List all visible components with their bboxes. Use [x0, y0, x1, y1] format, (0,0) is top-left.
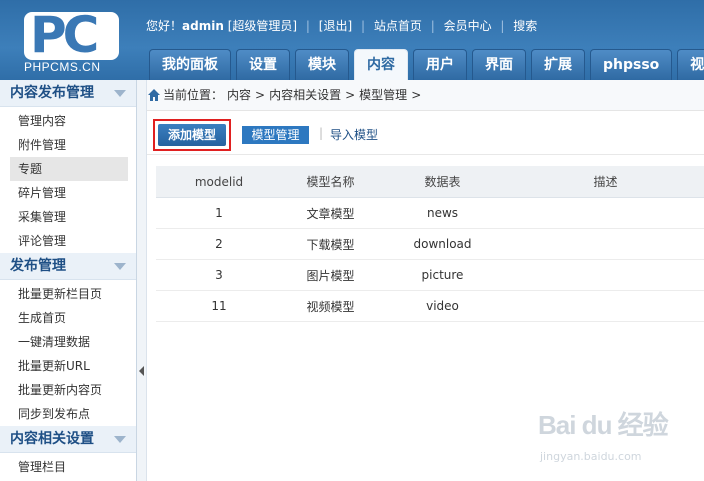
table-row: 2 下载模型 download [156, 228, 704, 260]
cell-description [506, 197, 704, 229]
divider [147, 154, 704, 155]
main-tabs: 我的面板设置模块内容用户界面扩展phpsso视频 [149, 49, 704, 80]
table-row: 1 文章模型 news [156, 197, 704, 229]
sidebar-section-title: 内容相关设置 [10, 431, 94, 447]
sidebar-item-clean-data[interactable]: 一键清理数据 [0, 330, 136, 354]
sidebar-section-title: 发布管理 [10, 258, 66, 274]
sidebar: 内容发布管理 管理内容 附件管理 专题 碎片管理 采集管理 评论管理 发布管理 … [0, 80, 137, 481]
sidebar-item-sync-publish-point[interactable]: 同步到发布点 [0, 402, 136, 426]
cell-table-name: picture [379, 259, 506, 291]
separator: | [500, 19, 505, 33]
collapse-triangle-icon [114, 436, 126, 443]
cell-table-name: video [379, 290, 506, 322]
model-manage-button[interactable]: 模型管理 [242, 126, 309, 144]
top-header: PC PHPCMS.CN 您好！admin [超级管理员] | [退出] | 站… [0, 0, 704, 80]
sidebar-section-publish[interactable]: 发布管理 [0, 253, 136, 280]
user-role: [超级管理员] [227, 19, 298, 33]
breadcrumb-item[interactable]: 模型管理 [359, 88, 407, 102]
sidebar-item-attachments[interactable]: 附件管理 [0, 133, 136, 157]
search-link[interactable]: 搜索 [513, 17, 537, 34]
tab-modules[interactable]: 模块 [295, 49, 349, 80]
tab-interface[interactable]: 界面 [472, 49, 526, 80]
table-row: 3 图片模型 picture [156, 259, 704, 291]
breadcrumb-text: 当前位置： 内容 > 内容相关设置 > 模型管理 > [163, 80, 425, 110]
tab-my-panel[interactable]: 我的面板 [149, 49, 231, 80]
logo-mark: PC [24, 6, 119, 64]
column-header: 数据表 [379, 166, 506, 198]
breadcrumb-item[interactable]: 内容 [227, 88, 251, 102]
sidebar-item-update-category-pages[interactable]: 批量更新栏目页 [0, 282, 136, 306]
sidebar-item-update-url[interactable]: 批量更新URL [0, 354, 136, 378]
separator: | [360, 19, 366, 33]
tab-video[interactable]: 视频 [677, 49, 704, 80]
column-header: modelid [156, 166, 282, 198]
import-model-link[interactable]: 导入模型 [330, 126, 378, 143]
home-icon [148, 89, 160, 101]
cell-modelid: 3 [156, 259, 282, 291]
sidebar-collapse-bar[interactable] [137, 80, 147, 481]
breadcrumb-separator: > [411, 88, 422, 102]
sidebar-item-comments[interactable]: 评论管理 [0, 229, 136, 253]
sidebar-item-update-content-pages[interactable]: 批量更新内容页 [0, 378, 136, 402]
sidebar-section-content-settings[interactable]: 内容相关设置 [0, 426, 136, 453]
cell-description [506, 290, 704, 322]
site-home-link[interactable]: 站点首页 [374, 17, 422, 34]
sidebar-section-title: 内容发布管理 [10, 85, 94, 101]
cell-model-name: 视频模型 [282, 290, 379, 322]
cell-description [506, 259, 704, 291]
cell-table-name: download [379, 228, 506, 260]
collapse-triangle-icon [114, 90, 126, 97]
top-bar: 您好！admin [超级管理员] | [退出] | 站点首页 | 会员中心 | … [146, 17, 537, 34]
sidebar-item-manage-categories[interactable]: 管理栏目 [0, 455, 136, 479]
tab-extensions[interactable]: 扩展 [531, 49, 585, 80]
sidebar-item-blocks[interactable]: 碎片管理 [0, 181, 136, 205]
watermark-url: jingyan.baidu.com [540, 450, 642, 463]
cell-model-name: 下载模型 [282, 228, 379, 260]
cell-model-name: 图片模型 [282, 259, 379, 291]
sidebar-item-manage-content[interactable]: 管理内容 [0, 109, 136, 133]
cell-table-name: news [379, 197, 506, 229]
collapse-left-arrow-icon [139, 366, 144, 376]
breadcrumb: 当前位置： 内容 > 内容相关设置 > 模型管理 > [147, 80, 704, 111]
member-center-link[interactable]: 会员中心 [444, 17, 492, 34]
cell-model-name: 文章模型 [282, 197, 379, 229]
greeting-text: 您好！ [146, 19, 183, 33]
table-header-row: modelid 模型名称 数据表 描述 [156, 166, 704, 198]
table-row: 11 视频模型 video [156, 290, 704, 322]
action-separator: | [319, 126, 324, 140]
breadcrumb-separator: > [255, 88, 266, 102]
phpcms-logo[interactable]: PC PHPCMS.CN [10, 6, 128, 76]
watermark-logo: Bai du 经验 [538, 410, 669, 440]
cell-modelid: 11 [156, 290, 282, 322]
tab-content[interactable]: 内容 [354, 49, 408, 80]
add-model-button[interactable]: 添加模型 [158, 124, 226, 146]
column-header: 模型名称 [282, 166, 379, 198]
model-table: modelid 模型名称 数据表 描述 1 文章模型 news 2 下载模型 d… [156, 166, 704, 322]
sidebar-item-special[interactable]: 专题 [10, 157, 128, 181]
cell-modelid: 1 [156, 197, 282, 229]
logo-brand-text: PHPCMS.CN [24, 60, 101, 74]
tab-settings[interactable]: 设置 [236, 49, 290, 80]
breadcrumb-separator: > [345, 88, 356, 102]
cell-modelid: 2 [156, 228, 282, 260]
tab-phpsso[interactable]: phpsso [590, 49, 673, 80]
logo-mark-text: PC [30, 6, 99, 64]
sidebar-item-generate-home[interactable]: 生成首页 [0, 306, 136, 330]
separator: | [430, 19, 435, 33]
tab-users[interactable]: 用户 [413, 49, 467, 80]
breadcrumb-label: 当前位置： [163, 88, 224, 102]
highlight-box: 添加模型 [153, 119, 231, 151]
sidebar-section-content-publish[interactable]: 内容发布管理 [0, 80, 136, 107]
collapse-triangle-icon [114, 263, 126, 270]
logout-link[interactable]: [退出] [319, 17, 352, 34]
column-header: 描述 [506, 166, 704, 198]
action-bar: 添加模型 模型管理 | 导入模型 [147, 118, 704, 151]
cell-description [506, 228, 704, 260]
breadcrumb-item[interactable]: 内容相关设置 [269, 88, 341, 102]
sidebar-item-collect[interactable]: 采集管理 [0, 205, 136, 229]
separator: | [305, 19, 310, 33]
user-name: admin [182, 19, 224, 33]
